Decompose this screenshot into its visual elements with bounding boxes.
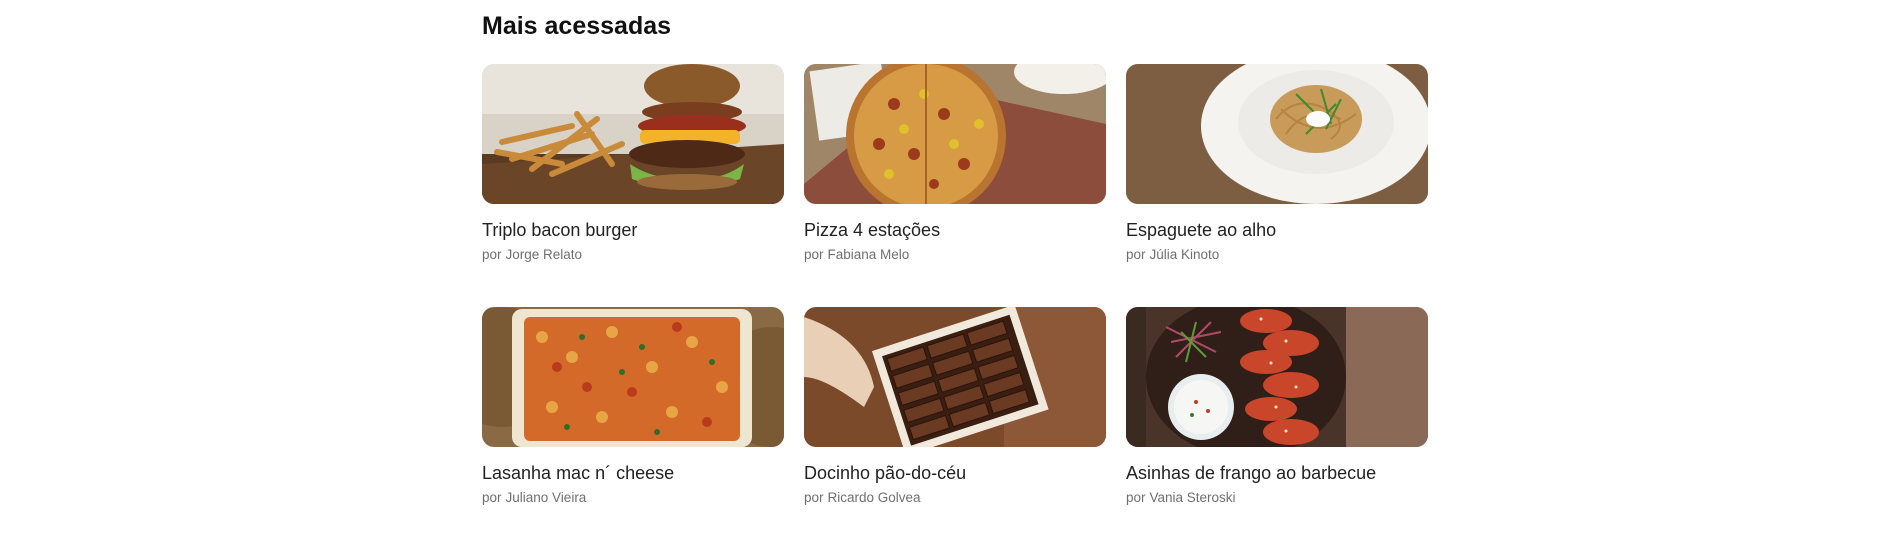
author-name: Júlia Kinoto bbox=[1149, 247, 1220, 262]
recipe-title[interactable]: Asinhas de frango ao barbecue bbox=[1126, 463, 1376, 484]
recipe-card-lasanha-mac-n-cheese[interactable]: Lasanha mac n´ cheese por Juliano Vieira bbox=[482, 307, 784, 505]
recipe-title[interactable]: Triplo bacon burger bbox=[482, 220, 637, 241]
author-name: Fabiana Melo bbox=[827, 247, 910, 262]
section-title: Mais acessadas bbox=[482, 12, 672, 40]
recipe-author: por Ricardo Golvea bbox=[804, 490, 921, 505]
recipe-title[interactable]: Lasanha mac n´ cheese bbox=[482, 463, 674, 484]
recipe-image-chicken-wings[interactable] bbox=[1126, 307, 1428, 447]
recipe-title[interactable]: Espaguete ao alho bbox=[1126, 220, 1276, 241]
author-prefix: por bbox=[1126, 490, 1146, 505]
author-prefix: por bbox=[1126, 247, 1146, 262]
author-name: Vania Steroski bbox=[1149, 490, 1236, 505]
recipe-card-pizza-4-estacoes[interactable]: Pizza 4 estações por Fabiana Melo bbox=[804, 64, 1106, 262]
recipe-image-chocolates[interactable] bbox=[804, 307, 1106, 447]
recipe-author: por Jorge Relato bbox=[482, 247, 582, 262]
author-name: Jorge Relato bbox=[505, 247, 583, 262]
author-name: Juliano Vieira bbox=[505, 490, 587, 505]
recipe-title[interactable]: Docinho pão-do-céu bbox=[804, 463, 966, 484]
author-name: Ricardo Golvea bbox=[827, 490, 921, 505]
recipe-author: por Fabiana Melo bbox=[804, 247, 909, 262]
author-prefix: por bbox=[482, 490, 502, 505]
recipe-image-burger[interactable] bbox=[482, 64, 784, 204]
author-prefix: por bbox=[804, 490, 824, 505]
recipe-image-pizza[interactable] bbox=[804, 64, 1106, 204]
author-prefix: por bbox=[482, 247, 502, 262]
recipe-card-triplo-bacon-burger[interactable]: Triplo bacon burger por Jorge Relato bbox=[482, 64, 784, 262]
recipe-card-asinhas-de-frango[interactable]: Asinhas de frango ao barbecue por Vania S… bbox=[1126, 307, 1428, 505]
recipe-image-mac-and-cheese[interactable] bbox=[482, 307, 784, 447]
recipe-author: por Juliano Vieira bbox=[482, 490, 586, 505]
recipe-card-espaguete-ao-alho[interactable]: Espaguete ao alho por Júlia Kinoto bbox=[1126, 64, 1428, 262]
recipe-author: por Júlia Kinoto bbox=[1126, 247, 1219, 262]
author-prefix: por bbox=[804, 247, 824, 262]
recipe-image-spaghetti[interactable] bbox=[1126, 64, 1428, 204]
recipe-card-docinho-pao-do-ceu[interactable]: Docinho pão-do-céu por Ricardo Golvea bbox=[804, 307, 1106, 505]
recipe-title[interactable]: Pizza 4 estações bbox=[804, 220, 940, 241]
recipe-author: por Vania Steroski bbox=[1126, 490, 1236, 505]
